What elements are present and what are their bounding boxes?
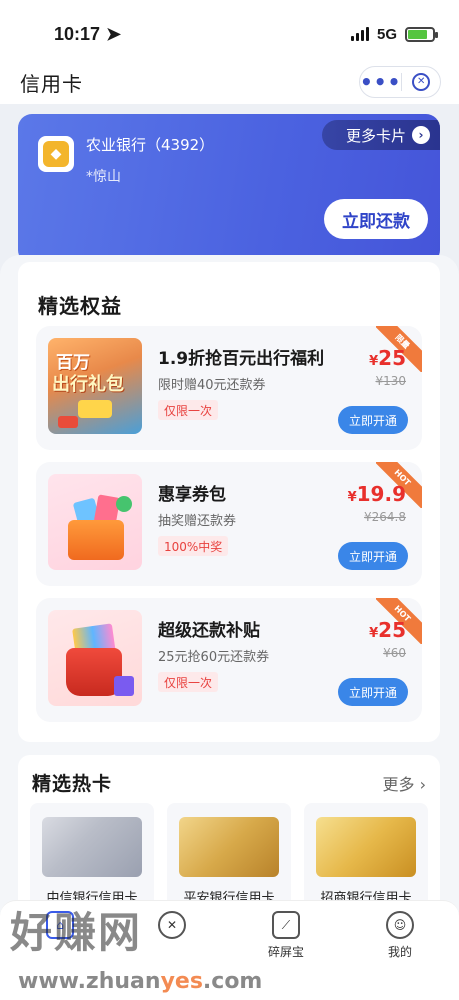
- gift-icon: [114, 676, 134, 696]
- offer-card-coupon-pack[interactable]: 惠享券包 抽奖赠还款券 100%中奖 HOT ¥19.9 ¥264.8 立即开通: [36, 462, 422, 586]
- cmb-card-image: [316, 817, 416, 877]
- hot-cards-section: 精选热卡 更多 › 中信银行信用卡 平安银行信用卡 招商银行信用卡: [18, 755, 440, 915]
- activate-button[interactable]: 立即开通: [338, 678, 408, 706]
- bank-logo: ◆: [38, 136, 74, 172]
- gift-box-icon: [68, 520, 124, 560]
- close-circle-icon: ✕: [158, 911, 186, 939]
- activate-button[interactable]: 立即开通: [338, 406, 408, 434]
- watermark-logo: 好赚网: [10, 908, 143, 957]
- more-cards-label: 更多卡片: [345, 126, 406, 145]
- citic-card-image: [42, 817, 142, 877]
- chevron-right-icon: ›: [412, 126, 430, 144]
- activate-button[interactable]: 立即开通: [338, 542, 408, 570]
- currency-symbol: ¥: [347, 490, 357, 505]
- coupon-pack-image: [48, 474, 142, 570]
- user-icon: ☺: [386, 911, 414, 939]
- offer-price: ¥25: [369, 618, 406, 642]
- image-text-2: 出行礼包: [52, 374, 124, 395]
- original-price: ¥264.8: [364, 510, 406, 524]
- credit-card-header: ◆ 农业银行（4392） *惊山 更多卡片 › 立即还款: [18, 114, 440, 264]
- price-value: 19.9: [356, 482, 406, 506]
- watermark-url-prefix: www.zhuan: [18, 969, 161, 994]
- price-value: 25: [378, 618, 406, 642]
- offer-title: 惠享券包: [158, 485, 226, 505]
- offer-tag: 仅限一次: [158, 672, 219, 692]
- page-title: 信用卡: [20, 71, 83, 96]
- tab-label: 碎屏宝: [267, 945, 304, 959]
- watermark-url: www.zhuanyes.com: [18, 969, 262, 994]
- hot-card-pingan[interactable]: 平安银行信用卡: [167, 803, 291, 915]
- cracked-screen-icon: ⟋: [272, 911, 300, 939]
- currency-symbol: ¥: [369, 354, 379, 369]
- location-arrow-icon: ➤: [106, 23, 122, 44]
- battery-icon: [405, 26, 438, 42]
- pingan-card-image: [179, 817, 279, 877]
- watermark-url-suffix: .com: [202, 969, 263, 994]
- offer-title: 1.9折抢百元出行福利: [158, 349, 325, 369]
- currency-symbol: ¥: [369, 626, 379, 641]
- network-label: 5G: [376, 25, 397, 43]
- original-price: ¥130: [375, 374, 406, 388]
- offer-card-repay-subsidy[interactable]: 超级还款补贴 25元抢60元还款券 仅限一次 HOT ¥25 ¥60 立即开通: [36, 598, 422, 722]
- tab-second[interactable]: ✕: [132, 911, 212, 943]
- repay-now-button[interactable]: 立即还款: [324, 199, 428, 239]
- offer-price: ¥19.9: [348, 482, 406, 506]
- bank-name: 农业银行（4392）: [86, 136, 215, 154]
- nav-bar: 信用卡 ••• ✕: [0, 60, 459, 104]
- card-holder: *惊山: [86, 169, 121, 185]
- offer-subtitle: 限时赠40元还款券: [158, 378, 266, 393]
- close-circle-icon: ✕: [412, 73, 431, 91]
- time-text: 10:17: [54, 23, 101, 44]
- play-icon: [116, 496, 132, 512]
- tab-mine[interactable]: ☺ 我的: [360, 911, 440, 960]
- status-indicators: 5G: [350, 25, 438, 43]
- original-price: ¥60: [383, 646, 406, 660]
- bottom-tab-bar: ⌂ ✕ ⟋ 碎屏宝 ☺ 我的 好赚网 www.zhuanyes.com: [0, 900, 459, 1000]
- offer-card-travel[interactable]: 百万 出行礼包 1.9折抢百元出行福利 限时赠40元还款券 仅限一次 限量 ¥2…: [36, 326, 422, 450]
- offer-price: ¥25: [369, 346, 406, 370]
- status-bar: 10:17 ➤ 5G: [0, 0, 459, 60]
- close-button[interactable]: ✕: [402, 73, 440, 91]
- offer-tag: 仅限一次: [158, 400, 219, 420]
- offer-subtitle: 25元抢60元还款券: [158, 650, 270, 665]
- status-time: 10:17 ➤: [54, 24, 121, 45]
- travel-gift-image: 百万 出行礼包: [48, 338, 142, 434]
- benefits-title: 精选权益: [38, 294, 122, 318]
- more-cards-button[interactable]: 更多卡片 ›: [321, 120, 440, 150]
- car-icon: [58, 416, 78, 428]
- tab-screen-insurance[interactable]: ⟋ 碎屏宝: [246, 911, 326, 960]
- car-icon: [78, 400, 112, 418]
- signal-icon: [350, 27, 369, 41]
- mini-program-capsule: ••• ✕: [359, 66, 441, 98]
- hot-card-cmb[interactable]: 招商银行信用卡: [304, 803, 428, 915]
- watermark-url-highlight: yes: [160, 969, 203, 994]
- abc-logo-icon: ◆: [43, 141, 69, 167]
- tab-label: 我的: [387, 945, 412, 959]
- hot-cards-title: 精选热卡: [32, 773, 113, 795]
- hot-cards-more-link[interactable]: 更多 ›: [383, 771, 427, 795]
- offer-tag: 100%中奖: [158, 536, 229, 556]
- offer-subtitle: 抽奖赠还款券: [158, 514, 237, 529]
- repay-subsidy-image: [48, 610, 142, 706]
- more-options-button[interactable]: •••: [360, 72, 401, 92]
- offer-title: 超级还款补贴: [158, 621, 260, 641]
- price-value: 25: [378, 346, 406, 370]
- benefits-section: 精选权益 百万 出行礼包 1.9折抢百元出行福利 限时赠40元还款券 仅限一次 …: [18, 262, 440, 742]
